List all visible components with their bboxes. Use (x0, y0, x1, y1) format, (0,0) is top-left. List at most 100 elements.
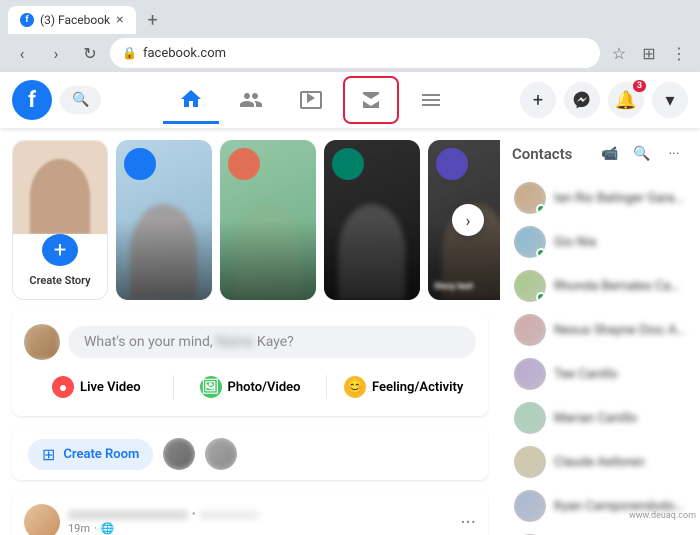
story-overlay-1 (116, 220, 212, 300)
contact-avatar-1 (514, 182, 546, 214)
extensions-icon[interactable]: ⊞ (636, 40, 662, 66)
messenger-button[interactable] (564, 82, 600, 118)
contact-item-7[interactable]: Claude Aelloren (508, 440, 692, 484)
tab-favicon: f (20, 13, 34, 27)
account-menu-button[interactable]: ▾ (652, 82, 688, 118)
tab-bar: f (3) Facebook × + (0, 0, 700, 34)
user-avatar (24, 324, 60, 360)
search-contacts-icon[interactable]: 🔍 (628, 140, 656, 168)
story-add-icon: + (42, 234, 78, 266)
facebook-app: f 🔍 + 🔔 (0, 72, 700, 535)
url-text: facebook.com (143, 46, 226, 61)
watermark: www.deuaq.com (629, 511, 696, 521)
contact-name-5: Tee Canillo (554, 367, 618, 382)
new-room-icon[interactable]: 📹 (596, 140, 624, 168)
story-overlay-2 (220, 220, 316, 300)
feeling-icon: 😊 (344, 376, 366, 398)
photo-video-icon: 🖼 (200, 376, 222, 398)
story-avatar-2 (228, 148, 260, 180)
active-tab[interactable]: f (3) Facebook × (8, 6, 136, 34)
post-time: 19m · 🌐 (68, 522, 452, 535)
contact-avatar-5 (514, 358, 546, 390)
contact-avatar-4 (514, 314, 546, 346)
story-card-3[interactable] (324, 140, 420, 300)
contact-item-2[interactable]: Gio Nia (508, 220, 692, 264)
tab-title: (3) Facebook (40, 13, 110, 27)
contact-item-3[interactable]: Rhonda Bernales Canillo (508, 264, 692, 308)
contact-name-7: Claude Aelloren (554, 455, 645, 470)
contact-name-4: Nexus Shayne Dioc Abeto (554, 323, 686, 338)
post-header: • 19m · 🌐 ··· (24, 504, 476, 535)
room-friend-avatar-2 (205, 438, 237, 470)
search-bar[interactable]: 🔍 (60, 86, 101, 114)
contacts-title: Contacts (512, 145, 572, 163)
address-bar[interactable]: 🔒 facebook.com (110, 38, 600, 68)
contact-item-8[interactable]: Kyan Camporendodo Suprido (508, 484, 692, 528)
post-card-1: • 19m · 🌐 ··· W F L ?????!!!!! (12, 492, 488, 535)
tab-close-btn[interactable]: × (116, 12, 123, 28)
create-story-label: Create Story (29, 274, 90, 287)
contacts-list: Ian Rio Balinger Garapon Gio Nia Rhonda … (508, 176, 692, 535)
post-author-avatar (24, 504, 60, 535)
feeling-button[interactable]: 😊 Feeling/Activity (331, 370, 476, 404)
room-friend-avatar-1 (163, 438, 195, 470)
story-card-1[interactable] (116, 140, 212, 300)
contact-avatar-7 (514, 446, 546, 478)
forward-button[interactable]: › (42, 39, 70, 67)
contact-item-6[interactable]: Marian Canillo (508, 396, 692, 440)
back-button[interactable]: ‹ (8, 39, 36, 67)
create-story-card[interactable]: + Create Story (12, 140, 108, 300)
create-room-button[interactable]: ⊞ Create Room (28, 439, 153, 470)
bookmark-icon[interactable]: ☆ (606, 40, 632, 66)
notifications-button[interactable]: 🔔 3 (608, 82, 644, 118)
photo-video-button[interactable]: 🖼 Photo/Video (178, 370, 323, 404)
browser-chrome: f (3) Facebook × + ‹ › ↻ 🔒 facebook.com … (0, 0, 700, 72)
nav-marketplace[interactable] (343, 76, 399, 124)
divider-1 (173, 375, 174, 399)
contact-item-9[interactable]: Rao Obligaa (508, 528, 692, 535)
story-card-2[interactable] (220, 140, 316, 300)
nav-home[interactable] (163, 76, 219, 124)
plus-button[interactable]: + (520, 82, 556, 118)
live-video-button[interactable]: ● Live Video (24, 370, 169, 404)
create-post-box: What's on your mind, Name Kaye? ● Live V… (12, 312, 488, 416)
browser-actions: ☆ ⊞ ⋮ (606, 40, 692, 66)
create-post-top: What's on your mind, Name Kaye? (24, 324, 476, 360)
post-input-field[interactable]: What's on your mind, Name Kaye? (68, 326, 476, 358)
create-room-label: Create Room (63, 447, 139, 462)
create-room-icon: ⊞ (42, 445, 55, 464)
main-feed: + Create Story (0, 128, 500, 535)
new-tab-button[interactable]: + (140, 7, 166, 33)
contact-avatar-2 (514, 226, 546, 258)
browser-controls: ‹ › ↻ 🔒 facebook.com ☆ ⊞ ⋮ (0, 34, 700, 72)
notification-badge: 3 (633, 80, 646, 92)
feeling-label: Feeling/Activity (372, 380, 463, 395)
nav-watch[interactable] (283, 76, 339, 124)
story-avatar-1 (124, 148, 156, 180)
post-meta: • 19m · 🌐 (68, 509, 452, 535)
contacts-more-icon[interactable]: ··· (660, 140, 688, 168)
search-icon: 🔍 (72, 92, 89, 108)
nav-menu[interactable] (403, 76, 459, 124)
contact-item-4[interactable]: Nexus Shayne Dioc Abeto (508, 308, 692, 352)
contact-item-5[interactable]: Tee Canillo (508, 352, 692, 396)
browser-menu-icon[interactable]: ⋮ (666, 40, 692, 66)
stories-next-button[interactable]: › (452, 204, 484, 236)
fb-logo: f (12, 80, 52, 120)
story-overlay-3 (324, 220, 420, 300)
contact-item-1[interactable]: Ian Rio Balinger Garapon (508, 176, 692, 220)
post-more-button[interactable]: ··· (460, 510, 476, 534)
live-video-icon: ● (52, 376, 74, 398)
main-nav (101, 76, 520, 124)
contact-name-3: Rhonda Bernales Canillo (554, 279, 686, 294)
live-video-label: Live Video (80, 380, 141, 395)
nav-friends[interactable] (223, 76, 279, 124)
create-room-bar: ⊞ Create Room (12, 428, 488, 480)
header-right: + 🔔 3 ▾ (520, 82, 688, 118)
reload-button[interactable]: ↻ (76, 39, 104, 67)
lock-icon: 🔒 (122, 46, 137, 60)
post-placeholder: What's on your mind, Name Kaye? (84, 334, 294, 350)
fb-header: f 🔍 + 🔔 (0, 72, 700, 128)
stories-container: + Create Story (0, 140, 500, 300)
contacts-sidebar: Contacts 📹 🔍 ··· Ian Rio Balinger Garapo… (500, 128, 700, 535)
